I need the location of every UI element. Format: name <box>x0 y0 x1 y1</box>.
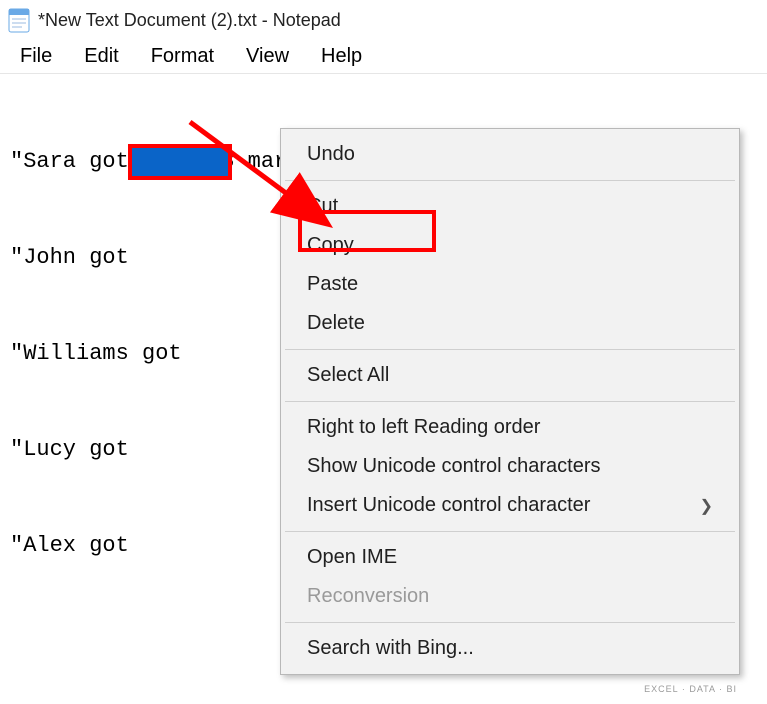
ctx-separator <box>285 401 735 402</box>
text-selection <box>128 144 232 180</box>
window-title: *New Text Document (2).txt - Notepad <box>38 10 341 31</box>
context-menu: Undo Cut Copy Paste Delete Select All Ri… <box>280 128 740 675</box>
ctx-delete[interactable]: Delete <box>281 304 739 343</box>
ctx-reconversion: Reconversion <box>281 577 739 616</box>
ctx-search-bing[interactable]: Search with Bing... <box>281 629 739 668</box>
titlebar: *New Text Document (2).txt - Notepad <box>0 0 767 40</box>
menubar: File Edit Format View Help <box>0 40 767 74</box>
watermark: EXCEL · DATA · BI <box>644 684 737 694</box>
ctx-separator <box>285 622 735 623</box>
ctx-separator <box>285 531 735 532</box>
ctx-select-all[interactable]: Select All <box>281 356 739 395</box>
watermark-line2: EXCEL · DATA · BI <box>644 684 737 694</box>
submenu-arrow-icon: ❯ <box>700 496 713 516</box>
menu-view[interactable]: View <box>236 41 299 72</box>
ctx-copy[interactable]: Copy <box>281 226 739 265</box>
ctx-show-unicode[interactable]: Show Unicode control characters <box>281 447 739 486</box>
ctx-separator <box>285 180 735 181</box>
ctx-open-ime[interactable]: Open IME <box>281 538 739 577</box>
ctx-undo[interactable]: Undo <box>281 135 739 174</box>
ctx-rtl-reading[interactable]: Right to left Reading order <box>281 408 739 447</box>
ctx-insert-unicode[interactable]: Insert Unicode control character ❯ <box>281 486 739 525</box>
menu-format[interactable]: Format <box>141 41 224 72</box>
ctx-paste[interactable]: Paste <box>281 265 739 304</box>
menu-edit[interactable]: Edit <box>74 41 128 72</box>
ctx-cut[interactable]: Cut <box>281 187 739 226</box>
ctx-separator <box>285 349 735 350</box>
notepad-icon <box>8 7 30 33</box>
menu-file[interactable]: File <box>10 41 62 72</box>
menu-help[interactable]: Help <box>311 41 372 72</box>
